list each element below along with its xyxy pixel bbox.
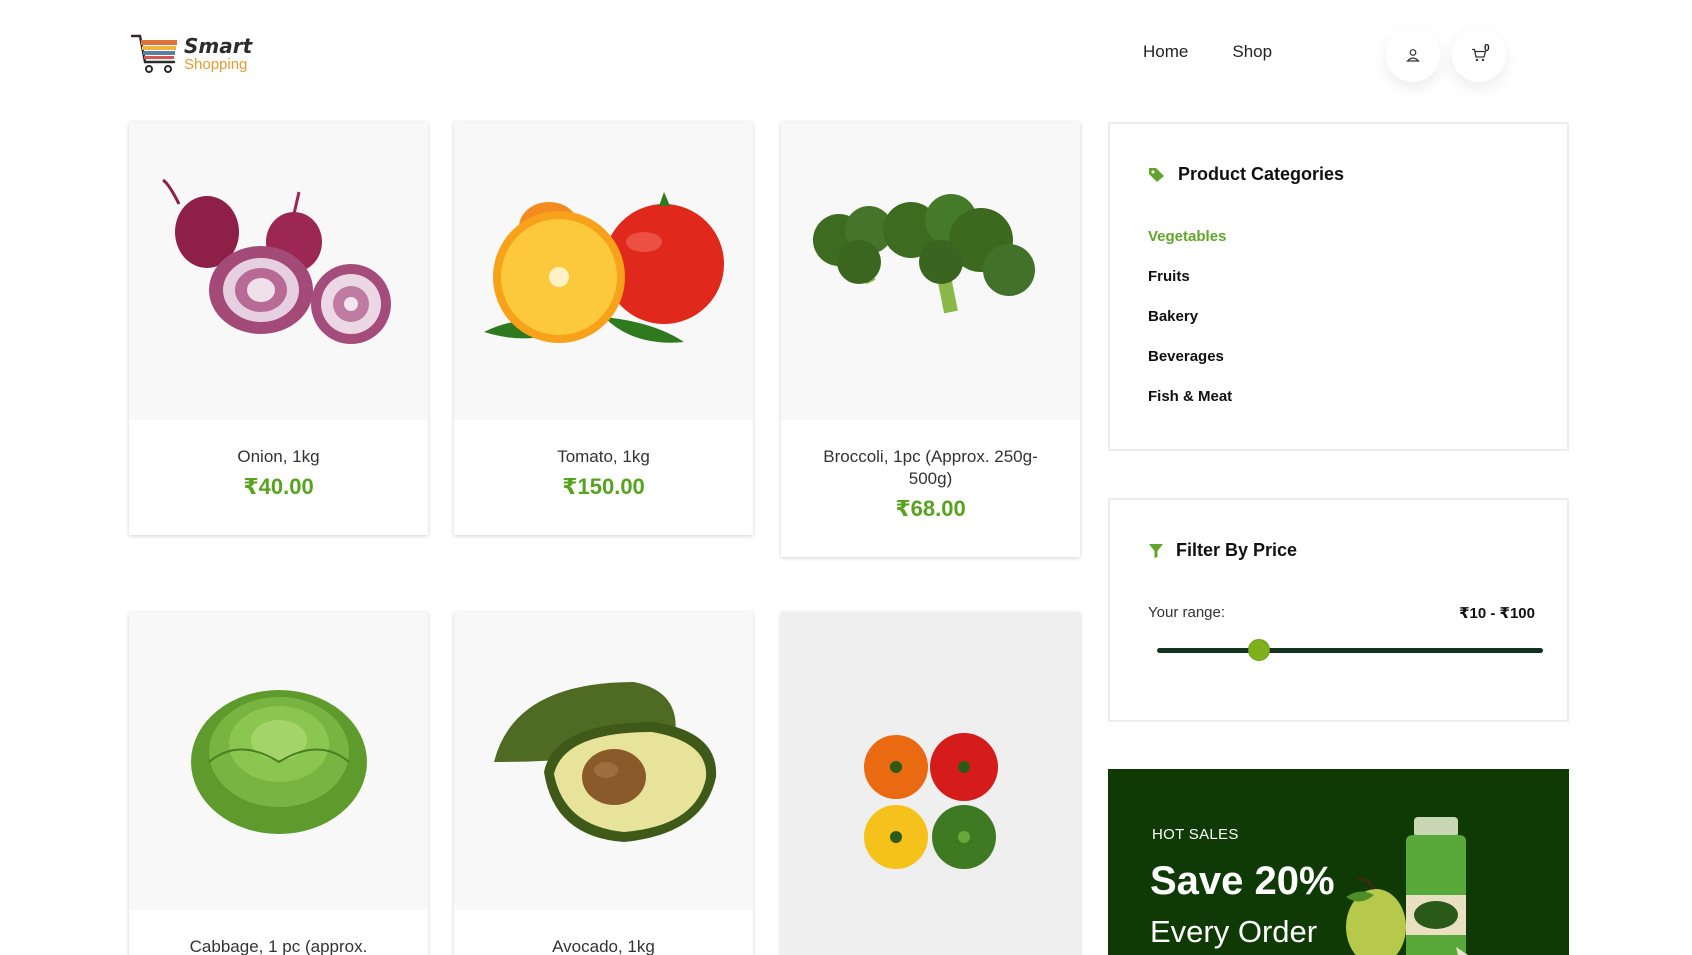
promo-banner[interactable]: HOT SALES Save 20% Every Order <box>1108 769 1569 955</box>
promo-headline: Save 20% <box>1150 859 1335 903</box>
cart-count-badge: 0 <box>1484 43 1490 54</box>
product-name[interactable]: Onion, 1kg <box>129 446 428 468</box>
nav-home[interactable]: Home <box>1143 42 1188 62</box>
price-filter-panel: Filter By Price Your range: ₹10 - ₹100 <box>1108 498 1569 722</box>
filter-title: Filter By Price <box>1176 540 1298 560</box>
product-card[interactable]: Cabbage, 1 pc (approx. <box>129 612 428 955</box>
juice-bottle-image <box>1346 817 1468 955</box>
nav-shop[interactable]: Shop <box>1232 42 1272 62</box>
brand-logo[interactable]: Smart Shopping <box>130 32 270 78</box>
category-item-bakery[interactable]: Bakery <box>1148 308 1232 348</box>
range-value: ₹10 - ₹100 <box>1459 605 1535 622</box>
promo-kicker: HOT SALES <box>1152 826 1239 843</box>
category-item-vegetables[interactable]: Vegetables <box>1148 228 1232 268</box>
filter-icon <box>1149 543 1163 558</box>
product-name[interactable]: Tomato, 1kg <box>454 446 753 468</box>
account-button[interactable] <box>1386 28 1440 82</box>
product-name[interactable]: Broccoli, 1pc (Approx. 250g-500g) <box>781 446 1080 490</box>
cart-logo-icon <box>130 34 177 73</box>
product-card[interactable]: Onion, 1kg ₹40.00 <box>129 122 428 535</box>
product-image-avocado[interactable] <box>454 612 753 910</box>
promo-subline: Every Order <box>1150 914 1318 949</box>
product-card[interactable]: Avocado, 1kg <box>454 612 753 955</box>
product-card[interactable] <box>781 612 1080 955</box>
product-image-tomato[interactable] <box>454 122 753 420</box>
product-price: ₹40.00 <box>243 474 314 499</box>
category-item-fish-meat[interactable]: Fish & Meat <box>1148 388 1232 428</box>
price-slider-track[interactable] <box>1157 639 1543 661</box>
product-image-bell-peppers[interactable] <box>781 612 1080 955</box>
brand-name-top: Smart <box>184 34 253 58</box>
main-nav: Home Shop <box>1143 42 1272 62</box>
price-slider-handle[interactable] <box>1248 639 1271 661</box>
categories-title: Product Categories <box>1178 164 1345 184</box>
product-price: ₹150.00 <box>562 474 645 499</box>
product-image-onion[interactable] <box>129 122 428 420</box>
product-name[interactable]: Cabbage, 1 pc (approx. <box>129 936 428 955</box>
category-item-fruits[interactable]: Fruits <box>1148 268 1232 308</box>
user-icon <box>1406 49 1420 62</box>
product-card[interactable]: Broccoli, 1pc (Approx. 250g-500g) ₹68.00 <box>781 122 1080 557</box>
category-item-beverages[interactable]: Beverages <box>1148 348 1232 388</box>
brand-name-bottom: Shopping <box>184 56 248 73</box>
category-list: Vegetables Fruits Bakery Beverages Fish … <box>1148 228 1232 428</box>
site-header: Smart Shopping Home Shop 0 <box>0 0 1692 110</box>
product-price: ₹68.00 <box>895 496 966 521</box>
categories-panel: Product Categories Vegetables Fruits Bak… <box>1108 122 1569 451</box>
product-name[interactable]: Avocado, 1kg <box>454 936 753 955</box>
product-image-lettuce[interactable] <box>129 612 428 910</box>
range-label: Your range: <box>1148 604 1226 621</box>
cart-button[interactable]: 0 <box>1452 28 1506 82</box>
product-image-broccoli[interactable] <box>781 122 1080 420</box>
tag-icon <box>1149 167 1164 182</box>
product-card[interactable]: Tomato, 1kg ₹150.00 <box>454 122 753 535</box>
